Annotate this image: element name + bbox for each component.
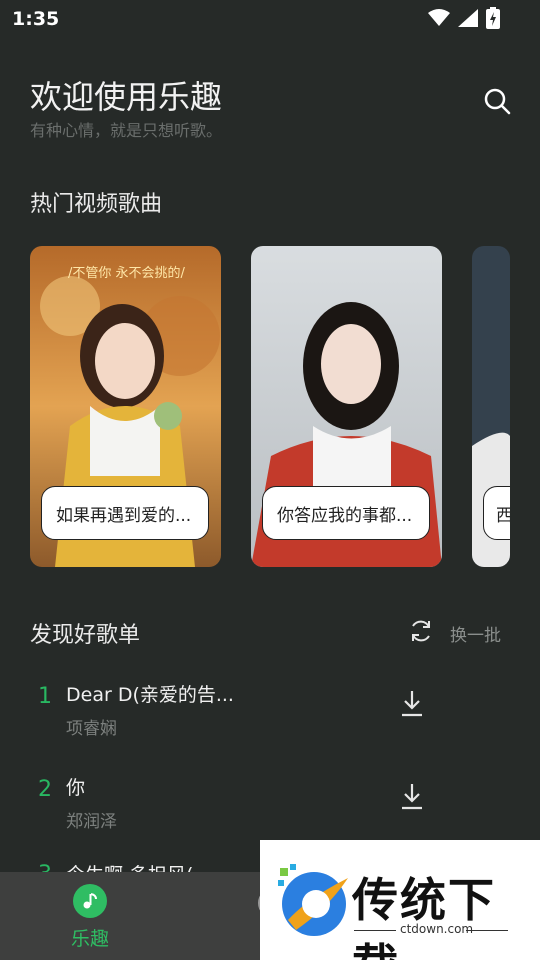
video-overlay-text: /不管你 永不会挑的/ — [68, 266, 185, 281]
watermark: 传统下载 ctdown.com — [260, 840, 540, 960]
download-icon[interactable] — [398, 688, 426, 718]
video-card[interactable]: /不管你 永不会挑的/ 如果再遇到爱的... — [30, 246, 221, 567]
song-artist: 项睿娴 — [66, 719, 117, 739]
refresh-label[interactable]: 换一批 — [450, 621, 501, 646]
refresh-button[interactable] — [408, 618, 434, 644]
video-caption: 如果再遇到爱的... — [41, 486, 209, 540]
signal-icon — [458, 9, 478, 27]
watermark-logo-icon — [278, 864, 348, 936]
page-title: 欢迎使用乐趣 — [30, 78, 223, 116]
status-icons — [428, 7, 500, 29]
page-subtitle: 有种心情，就是只想听歌。 — [30, 121, 223, 140]
wifi-icon — [428, 9, 450, 26]
video-card[interactable]: 你答应我的事都... — [251, 246, 442, 567]
watermark-divider — [354, 930, 396, 931]
discover-title: 发现好歌单 — [30, 623, 141, 648]
music-note-icon — [73, 884, 107, 918]
status-time: 1:35 — [12, 8, 60, 30]
download-icon[interactable] — [398, 781, 426, 811]
watermark-divider — [466, 930, 508, 931]
watermark-brand: 传统下载 — [352, 873, 496, 960]
video-card[interactable]: 西 — [472, 246, 510, 567]
nav-tab-home-label: 乐趣 — [70, 928, 109, 950]
battery-icon — [486, 7, 500, 29]
video-caption: 你答应我的事都... — [262, 486, 430, 540]
song-artist: 郑润泽 — [66, 812, 117, 832]
song-number: 1 — [38, 684, 52, 709]
status-bar: 1:35 — [0, 0, 540, 36]
refresh-icon — [412, 620, 430, 642]
video-caption: 西 — [483, 486, 510, 540]
list-item[interactable]: 1 Dear D(亲爱的告... 项睿娴 — [0, 680, 540, 770]
song-title: Dear D(亲爱的告... — [66, 684, 234, 706]
watermark-url: ctdown.com — [400, 922, 474, 936]
song-number: 2 — [38, 777, 52, 802]
hot-videos-title: 热门视频歌曲 — [30, 192, 163, 217]
song-title: 你 — [66, 777, 86, 799]
search-button[interactable] — [482, 86, 512, 116]
search-icon — [484, 88, 511, 115]
nav-tab-home[interactable]: 乐趣 — [60, 884, 120, 951]
